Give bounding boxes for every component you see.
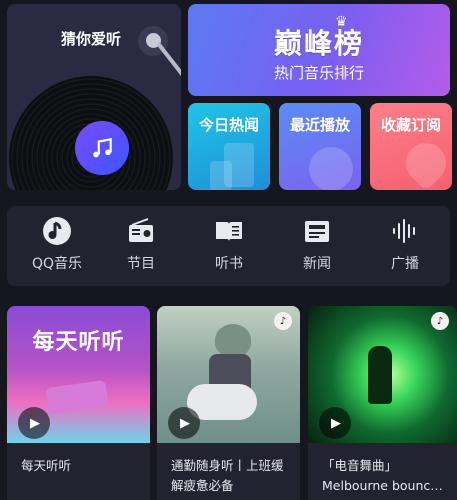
- qq-music-badge-icon: ♪: [431, 312, 449, 330]
- playlist-title: 每天听听: [21, 456, 140, 476]
- cover-illustration: [215, 324, 251, 356]
- play-button[interactable]: ▶: [18, 407, 50, 439]
- qq-music-badge-icon: ♪: [274, 312, 292, 330]
- favorites-card[interactable]: 收藏订阅: [370, 103, 452, 190]
- playlist-card[interactable]: 每天听听 ▶ 每天听听: [7, 306, 150, 500]
- play-icon: ▶: [331, 415, 341, 431]
- category-label: QQ音乐: [31, 256, 83, 272]
- playlist-title-line: 每天听听: [21, 458, 72, 473]
- guess-you-like-card[interactable]: 猜你爱听: [7, 4, 181, 190]
- recent-play-label: 最近播放: [289, 116, 350, 134]
- category-label: 广播: [391, 256, 419, 272]
- guess-you-like-title: 猜你爱听: [61, 30, 122, 48]
- cover-title: 每天听听: [32, 330, 125, 355]
- radio-icon: [129, 218, 153, 242]
- play-icon: ▶: [30, 415, 40, 431]
- playlist-card[interactable]: ♪ ▶ 「电音舞曲」 Melbourne bounce...: [308, 306, 457, 500]
- category-audiobook[interactable]: 听书: [185, 206, 273, 286]
- news-icon: [305, 221, 329, 242]
- playlist-cover: 每天听听 ▶: [7, 306, 150, 443]
- playlist-title-line: 解疲惫必备: [171, 478, 234, 493]
- heart-decoration: [397, 134, 452, 190]
- playlist-title-line: 通勤随身听丨上班缓: [171, 458, 284, 473]
- category-broadcast[interactable]: 广播: [361, 206, 449, 286]
- top-chart-banner[interactable]: ♛ 巅峰榜 热门音乐排行: [188, 4, 450, 96]
- broadcast-icon: [393, 219, 415, 243]
- favorites-label: 收藏订阅: [380, 116, 441, 134]
- today-news-label: 今日热闻: [198, 116, 259, 134]
- recent-play-card[interactable]: 最近播放: [279, 103, 361, 190]
- playlist-cover: ♪ ▶: [157, 306, 300, 443]
- qq-music-icon: [43, 217, 71, 245]
- playlist-card[interactable]: ♪ ▶ 通勤随身听丨上班缓 解疲惫必备: [157, 306, 300, 500]
- book-icon: [216, 222, 242, 241]
- playlist-title: 「电音舞曲」 Melbourne bounce...: [322, 456, 447, 496]
- category-label: 新闻: [303, 256, 331, 272]
- category-label: 听书: [215, 256, 243, 272]
- category-news[interactable]: 新闻: [273, 206, 361, 286]
- playlist-title-line: Melbourne bounce...: [322, 478, 447, 493]
- category-label: 节目: [127, 256, 155, 272]
- playlist-title-line: 「电音舞曲」: [322, 458, 398, 473]
- playlist-title: 通勤随身听丨上班缓 解疲惫必备: [171, 456, 290, 496]
- category-programs[interactable]: 节目: [97, 206, 185, 286]
- banner-subtitle: 热门音乐排行: [273, 64, 364, 82]
- playlist-cover: ♪ ▶: [308, 306, 457, 443]
- play-button[interactable]: ▶: [168, 407, 200, 439]
- card-decoration: [210, 161, 232, 190]
- music-note-icon: [75, 121, 129, 175]
- play-icon: ▶: [180, 415, 190, 431]
- cover-illustration: [368, 346, 392, 404]
- today-news-card[interactable]: 今日热闻: [188, 103, 270, 190]
- play-button[interactable]: ▶: [319, 407, 351, 439]
- cover-illustration: [45, 379, 109, 415]
- card-decoration: [309, 147, 353, 190]
- category-bar: QQ音乐 节目 听书 新闻 广播: [7, 206, 450, 286]
- banner-title: 巅峰榜: [273, 27, 364, 60]
- category-qq-music[interactable]: QQ音乐: [13, 206, 101, 286]
